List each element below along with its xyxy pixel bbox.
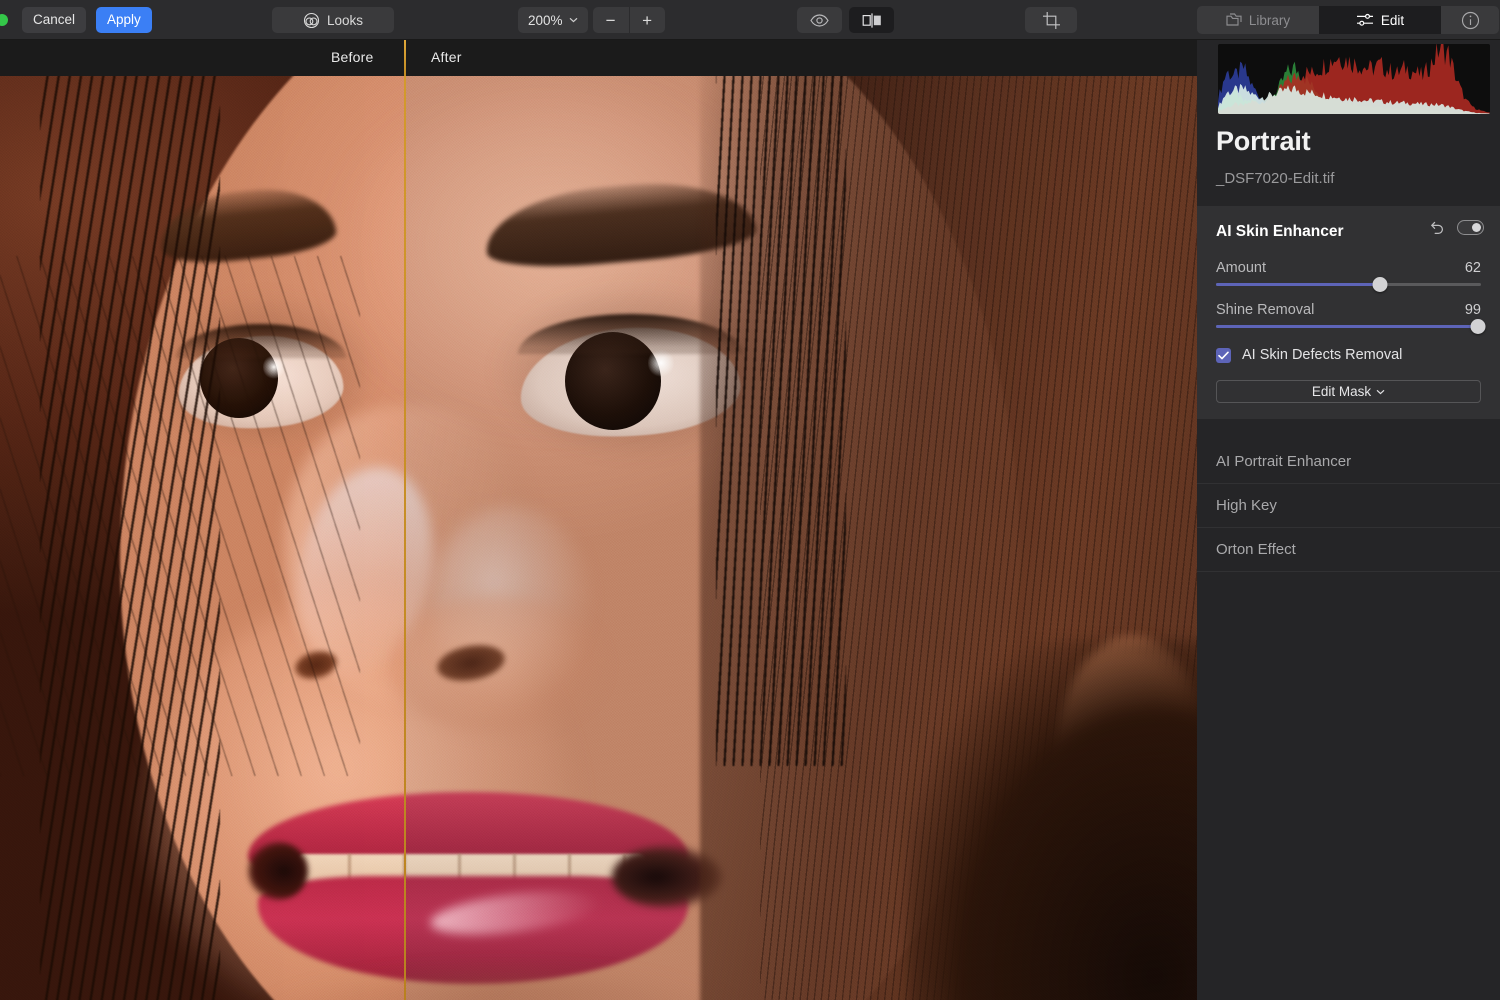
zoom-level-dropdown[interactable]: 200%	[518, 7, 588, 33]
split-divider[interactable]	[404, 76, 406, 1000]
slider-shine-removal-handle[interactable]	[1470, 319, 1486, 334]
window-traffic-light-green[interactable]	[0, 14, 8, 26]
looks-label: Looks	[326, 12, 364, 28]
apply-button[interactable]: Apply	[96, 6, 152, 33]
crop-button[interactable]	[1025, 7, 1077, 33]
checkbox-box[interactable]	[1216, 347, 1231, 363]
checkmark-icon	[1218, 351, 1229, 359]
slider-shine-removal-value: 99	[1464, 302, 1481, 318]
chevron-down-icon	[1376, 389, 1385, 395]
tool-header: AI Skin Enhancer	[1197, 220, 1500, 244]
compare-split-button[interactable]	[849, 7, 894, 33]
tool-item-high-key[interactable]: High Key	[1197, 484, 1500, 528]
slider-amount: Amount 62	[1197, 260, 1500, 292]
undo-reset-icon[interactable]	[1430, 221, 1445, 235]
tab-library-label: Library	[1248, 12, 1291, 28]
checkbox-ai-skin-defects-removal[interactable]: AI Skin Defects Removal	[1197, 347, 1500, 363]
slider-amount-track[interactable]	[1216, 277, 1481, 292]
zoom-out-button[interactable]: −	[592, 7, 629, 33]
looks-button[interactable]: Looks	[272, 7, 394, 33]
tool-enable-toggle[interactable]	[1457, 220, 1484, 235]
file-name-label: _DSF7020-Edit.tif	[1216, 170, 1335, 187]
zoom-level-value: 200%	[528, 12, 563, 28]
tool-item-label: High Key	[1216, 497, 1277, 514]
ai-skin-enhancer-panel: AI Skin Enhancer Amount 62 Shine Removal…	[1197, 206, 1500, 419]
tool-title: AI Skin Enhancer	[1216, 223, 1344, 240]
tab-edit[interactable]: Edit	[1319, 6, 1441, 34]
tab-library[interactable]: Library	[1197, 6, 1319, 34]
split-divider-top	[404, 40, 406, 76]
slider-amount-handle[interactable]	[1372, 277, 1388, 292]
rgb-histogram	[1218, 44, 1490, 114]
mode-segmented-control: Library Edit	[1197, 6, 1499, 34]
tool-list: AI Portrait Enhancer High Key Orton Effe…	[1197, 440, 1500, 572]
tool-item-orton-effect[interactable]: Orton Effect	[1197, 528, 1500, 572]
slider-shine-removal-fill	[1216, 325, 1479, 328]
app-window: Cancel Apply Looks 200% − + Library Edit…	[0, 0, 1500, 1000]
sliders-icon	[1356, 13, 1374, 27]
image-canvas[interactable]: Before After	[0, 40, 1197, 1000]
library-grid-icon	[1226, 13, 1242, 27]
tool-item-label: AI Portrait Enhancer	[1216, 453, 1352, 470]
before-label: Before	[331, 49, 374, 65]
looks-venn-icon	[303, 12, 320, 29]
preview-toggle-button[interactable]	[797, 7, 842, 33]
slider-amount-value: 62	[1464, 260, 1481, 276]
info-circle-icon	[1461, 11, 1480, 30]
edit-mask-label: Edit Mask	[1311, 384, 1372, 399]
view-mode-controls	[797, 7, 894, 33]
crop-icon	[1042, 11, 1061, 30]
tool-header-actions	[1430, 220, 1484, 235]
zoom-controls: 200% − +	[518, 7, 665, 33]
slider-amount-header: Amount 62	[1216, 260, 1481, 276]
slider-shine-removal-track[interactable]	[1216, 319, 1486, 334]
slider-shine-removal-header: Shine Removal 99	[1216, 302, 1481, 318]
edit-mask-button[interactable]: Edit Mask	[1216, 380, 1481, 403]
slider-amount-fill	[1216, 283, 1381, 286]
zoom-in-button[interactable]: +	[628, 7, 665, 33]
portrait-photo[interactable]	[0, 76, 1197, 1000]
eye-icon	[810, 13, 829, 27]
slider-shine-removal: Shine Removal 99	[1197, 302, 1500, 334]
page-title: Portrait	[1216, 126, 1311, 156]
edit-sidebar: Portrait _DSF7020-Edit.tif AI Skin Enhan…	[1197, 40, 1500, 1000]
cancel-button[interactable]: Cancel	[22, 6, 87, 33]
top-toolbar: Cancel Apply Looks 200% − + Library Edit	[0, 0, 1500, 40]
info-button[interactable]	[1441, 6, 1499, 34]
before-after-split-icon	[861, 12, 883, 28]
chevron-down-icon	[569, 17, 578, 23]
slider-shine-removal-label: Shine Removal	[1216, 302, 1315, 318]
tool-item-ai-portrait-enhancer[interactable]: AI Portrait Enhancer	[1197, 440, 1500, 484]
after-label: After	[431, 49, 462, 65]
slider-amount-label: Amount	[1216, 260, 1266, 276]
before-half-overlay	[0, 76, 405, 1000]
checkbox-label: AI Skin Defects Removal	[1242, 347, 1403, 363]
histogram-panel	[1218, 44, 1490, 114]
toggle-knob	[1472, 223, 1481, 232]
before-after-label-bar: Before After	[0, 40, 1197, 76]
tool-item-label: Orton Effect	[1216, 541, 1296, 558]
tab-edit-label: Edit	[1380, 12, 1405, 28]
